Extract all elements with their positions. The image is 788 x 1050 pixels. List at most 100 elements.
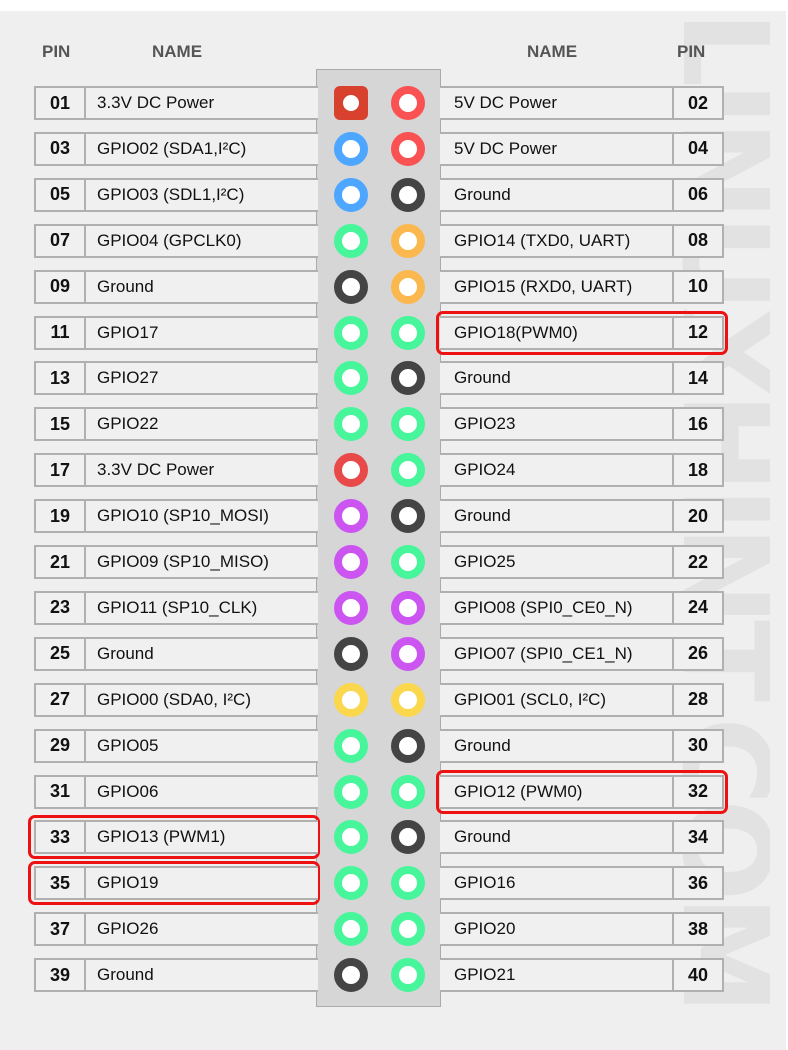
pin-number: 23 (36, 592, 86, 623)
pin-circle-icon (391, 958, 425, 993)
pin-row-18: GPIO24 18 (440, 453, 724, 488)
pin-number: 37 (36, 914, 86, 945)
pin-row-34: Ground 34 (440, 820, 724, 855)
pin-name: GPIO06 (97, 781, 159, 801)
pin-number: 10 (672, 271, 722, 302)
pin-row-22: GPIO25 22 (440, 545, 724, 579)
pin-number: 39 (36, 960, 86, 991)
pin-row-15: 15 GPIO22 (34, 407, 318, 442)
pin-circle-icon (334, 545, 368, 579)
pin-circle-icon (391, 728, 425, 763)
pin-name: GPIO07 (SPI0_CE1_N) (454, 643, 633, 663)
pin-row-24: GPIO08 (SPI0_CE0_N) 24 (440, 590, 724, 625)
pin-name: GPIO18(PWM0) (454, 322, 578, 342)
pin-number: 19 (36, 501, 86, 532)
pin-circle-icon (391, 912, 425, 947)
pin-row-05: 05 GPIO03 (SDL1,I²C) (34, 177, 318, 212)
pin-circle-icon (391, 269, 425, 304)
pin-name: Ground (454, 506, 511, 526)
square-pin-icon (334, 86, 368, 120)
pin-row-29: 29 GPIO05 (34, 728, 318, 763)
pin-circle-icon (334, 177, 368, 212)
pin-number: 32 (672, 776, 722, 807)
pin-name: Ground (97, 276, 154, 296)
pin-name: GPIO02 (SDA1,I²C) (97, 138, 247, 158)
pin-row-27: 27 GPIO00 (SDA0, I²C) (34, 682, 318, 717)
pin-number: 03 (36, 133, 86, 164)
pin-number: 26 (672, 638, 722, 669)
pin-number: 20 (672, 501, 722, 532)
pin-row-38: GPIO20 38 (440, 912, 724, 947)
pin-circle-icon (334, 958, 368, 993)
pin-number: 22 (672, 547, 722, 577)
header-left-pin: PIN (42, 42, 71, 61)
pin-circle-icon (391, 545, 425, 579)
pin-circle-icon (391, 499, 425, 534)
pin-circle-icon (334, 499, 368, 534)
pin-circle-icon (334, 131, 368, 166)
pin-name: GPIO14 (TXD0, UART) (454, 230, 631, 250)
pin-number: 15 (36, 409, 86, 440)
pin-row-03: 03 GPIO02 (SDA1,I²C) (34, 131, 318, 166)
pin-name: GPIO10 (SP10_MOSI) (97, 506, 269, 526)
pin-row-20: Ground 20 (440, 499, 724, 534)
pin-row-02: 5V DC Power 02 (440, 86, 724, 120)
pin-row-39: 39 Ground (34, 958, 318, 993)
gpio-header-connector (316, 69, 441, 1007)
pin-number: 06 (672, 179, 722, 210)
pin-circle-icon (334, 728, 368, 763)
pin-row-04: 5V DC Power 04 (440, 131, 724, 166)
pin-circle-icon (391, 636, 425, 671)
pin-row-16: GPIO23 16 (440, 407, 724, 442)
pin-name: Ground (454, 735, 511, 755)
pin-name: GPIO17 (97, 322, 159, 342)
pin-name: Ground (454, 184, 511, 204)
pin-number: 24 (672, 592, 722, 623)
pin-circle-icon (391, 590, 425, 625)
pin-row-09: 09 Ground (34, 269, 318, 304)
pin-row-33: 33 GPIO13 (PWM1) (34, 820, 318, 855)
pin-circle-icon (334, 453, 368, 488)
pin-row-21: 21 GPIO09 (SP10_MISO) (34, 545, 318, 579)
pin-row-10: GPIO15 (RXD0, UART) 10 (440, 269, 724, 304)
header-left-name: NAME (152, 42, 203, 61)
pin-number: 02 (672, 88, 722, 118)
pin-row-01: 01 3.3V DC Power (34, 86, 318, 120)
pin-circle-icon (391, 223, 425, 258)
pin-number: 17 (36, 455, 86, 486)
pin-circle-icon (391, 453, 425, 488)
pin-number: 29 (36, 730, 86, 761)
pin-number: 34 (672, 822, 722, 853)
pin-name: Ground (454, 827, 511, 847)
pin-row-31: 31 GPIO06 (34, 774, 318, 809)
pin-name: GPIO16 (454, 873, 516, 893)
pin-circle-icon (334, 774, 368, 809)
pin-circle-icon (334, 590, 368, 625)
pin-name: GPIO03 (SDL1,I²C) (97, 184, 245, 204)
pin-row-08: GPIO14 (TXD0, UART) 08 (440, 223, 724, 258)
pin-row-37: 37 GPIO26 (34, 912, 318, 947)
pin-row-30: Ground 30 (440, 728, 724, 763)
pin-name: 5V DC Power (454, 93, 557, 112)
pin-number: 08 (672, 225, 722, 256)
pin-name: GPIO21 (454, 965, 516, 985)
pin-circle-icon (334, 315, 368, 350)
pin-number: 01 (36, 88, 86, 118)
pin-name: GPIO05 (97, 735, 159, 755)
pin-row-13: 13 GPIO27 (34, 361, 318, 396)
pin-number: 11 (36, 317, 86, 348)
pin-name: GPIO00 (SDA0, I²C) (97, 689, 251, 709)
pin-number: 14 (672, 363, 722, 394)
pin-name: GPIO24 (454, 460, 516, 480)
pin-number: 16 (672, 409, 722, 440)
pin-number: 09 (36, 271, 86, 302)
pin-name: GPIO13 (PWM1) (97, 827, 226, 847)
pin-row-35: 35 GPIO19 (34, 866, 318, 901)
pin-name: Ground (454, 368, 511, 388)
pin-number: 40 (672, 960, 722, 991)
pin-number: 18 (672, 455, 722, 486)
pin-row-07: 07 GPIO04 (GPCLK0) (34, 223, 318, 258)
pin-circle-icon (391, 315, 425, 350)
pin-number: 30 (672, 730, 722, 761)
pin-row-26: GPIO07 (SPI0_CE1_N) 26 (440, 636, 724, 671)
